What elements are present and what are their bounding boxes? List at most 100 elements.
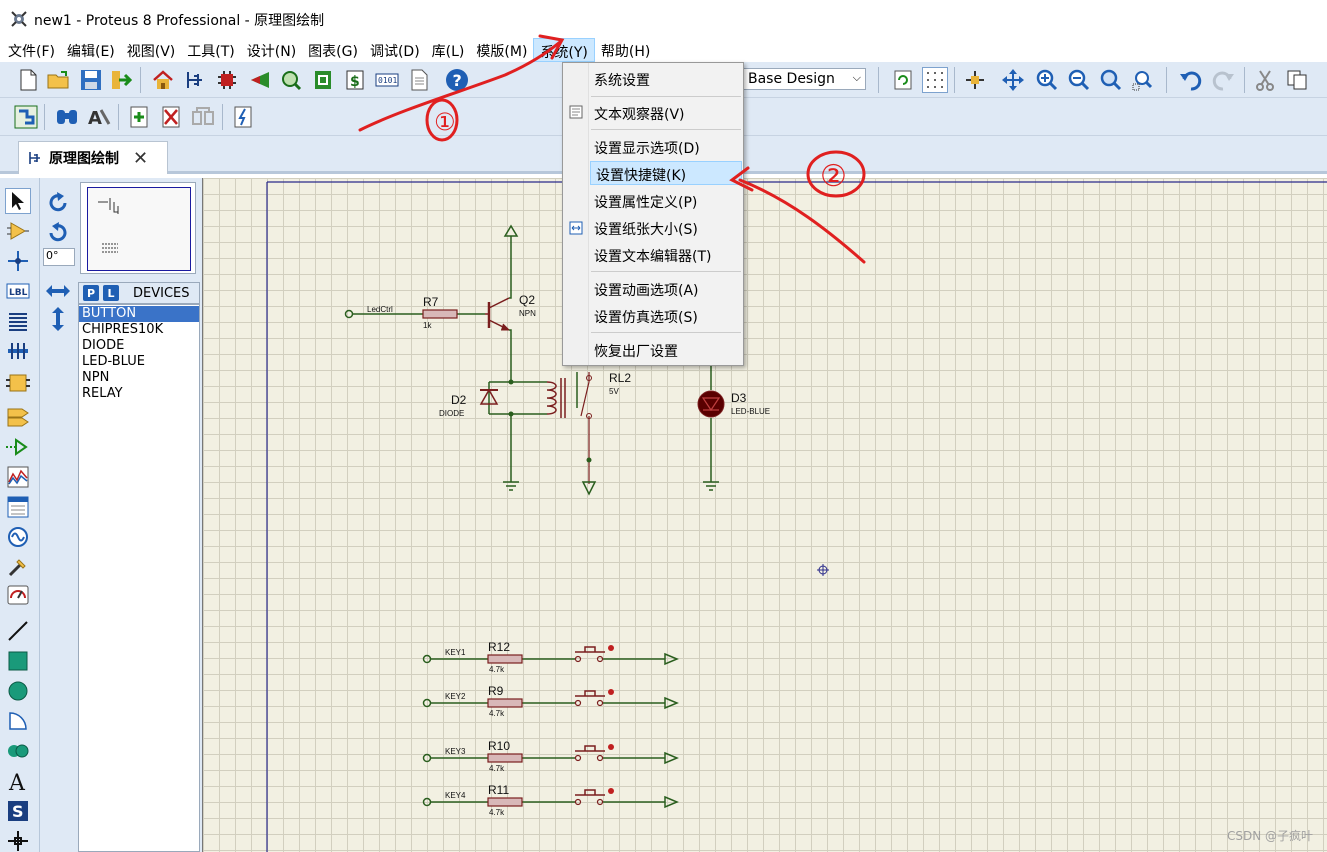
refresh-icon[interactable] <box>890 67 916 93</box>
pick-devices-button[interactable]: P <box>83 285 99 301</box>
tape-recorder-icon[interactable] <box>5 494 31 520</box>
voltage-probe-icon[interactable] <box>5 554 31 580</box>
menu-item-restore-defaults[interactable]: 恢复出厂设置 <box>589 338 743 362</box>
cut-icon[interactable] <box>1252 67 1278 93</box>
circle-icon[interactable] <box>5 678 31 704</box>
rotate-clockwise-icon[interactable] <box>44 190 72 216</box>
home-icon[interactable] <box>150 67 176 93</box>
menu-item-keyboard-mapping[interactable]: 设置快捷键(K) <box>590 161 742 185</box>
junction-dot-icon[interactable] <box>5 248 31 274</box>
device-item[interactable]: NPN <box>79 370 199 386</box>
box-icon[interactable] <box>5 648 31 674</box>
pan-icon[interactable] <box>1000 67 1026 93</box>
save-icon[interactable] <box>78 67 104 93</box>
menu-edit[interactable]: 编辑(E) <box>61 38 121 62</box>
menu-design[interactable]: 设计(N) <box>241 38 302 62</box>
close-icon[interactable]: ✕ <box>133 148 148 169</box>
menu-library[interactable]: 库(L) <box>426 38 471 62</box>
device-item[interactable]: LED-BLUE <box>79 354 199 370</box>
import-icon[interactable] <box>108 67 134 93</box>
d2-diode[interactable] <box>479 379 547 479</box>
menu-item-animation-options[interactable]: 设置动画选项(A) <box>589 277 743 301</box>
menu-debug[interactable]: 调试(D) <box>364 38 426 62</box>
generator-icon[interactable] <box>5 524 31 550</box>
key-row[interactable]: KEY2 R9 4.7k <box>422 684 679 718</box>
menu-item-text-viewer[interactable]: 文本观察器(V) <box>589 101 743 125</box>
menu-help[interactable]: 帮助(H) <box>595 38 656 62</box>
key-row[interactable]: KEY3 R10 4.7k <box>422 739 679 773</box>
source-code-icon[interactable]: 0101 <box>374 67 400 93</box>
marker-icon[interactable] <box>5 828 31 852</box>
electrical-rule-check-icon[interactable] <box>230 104 256 130</box>
library-manager-button[interactable]: L <box>103 285 119 301</box>
rotation-angle-field[interactable]: 0° <box>43 248 75 266</box>
menu-graph[interactable]: 图表(G) <box>302 38 364 62</box>
bill-of-materials-icon[interactable]: $ <box>342 67 368 93</box>
open-folder-icon[interactable] <box>46 67 72 93</box>
redo-icon[interactable] <box>1210 67 1236 93</box>
mirror-horizontal-icon[interactable] <box>44 278 72 304</box>
wire-label-icon[interactable]: LBL <box>5 278 31 304</box>
origin-icon[interactable] <box>962 67 988 93</box>
menu-item-text-editor[interactable]: 设置文本编辑器(T) <box>589 243 743 267</box>
tab-schematic[interactable]: 原理图绘制 ✕ <box>18 141 168 174</box>
menu-view[interactable]: 视图(V) <box>121 38 182 62</box>
schematic-canvas[interactable]: LedCtrl R7 1k Q2 NPN D2 DIODE RL2 5V D3 … <box>202 178 1327 852</box>
d3-led[interactable] <box>697 362 725 491</box>
schematic-capture-icon[interactable] <box>182 67 208 93</box>
layer-select[interactable]: Base Design ⌵ <box>742 68 866 90</box>
goto-sheet-icon[interactable] <box>190 104 216 130</box>
rotate-anticlockwise-icon[interactable] <box>44 220 72 246</box>
grid-toggle-icon[interactable] <box>922 67 948 93</box>
mirror-vertical-icon[interactable] <box>44 306 72 332</box>
menu-system[interactable]: 系统(Y) <box>533 38 595 62</box>
pcb-layout-icon[interactable] <box>214 67 240 93</box>
menu-item-sheet-size[interactable]: 设置纸张大小(S) <box>589 216 743 240</box>
menu-file[interactable]: 文件(F) <box>2 38 61 62</box>
component-mode-icon[interactable] <box>5 218 31 244</box>
path-icon[interactable] <box>5 738 31 764</box>
help-icon[interactable]: ? <box>444 67 470 93</box>
symbol-icon[interactable]: S <box>5 798 31 824</box>
menu-item-simulator-options[interactable]: 设置仿真选项(S) <box>589 304 743 328</box>
design-explorer-icon[interactable] <box>310 67 336 93</box>
zoom-all-icon[interactable] <box>1098 67 1124 93</box>
text-script-icon[interactable] <box>5 308 31 334</box>
graph-icon[interactable] <box>5 464 31 490</box>
search-component-icon[interactable] <box>54 104 80 130</box>
menu-item-display-options[interactable]: 设置显示选项(D) <box>589 135 743 159</box>
menu-tools[interactable]: 工具(T) <box>181 38 240 62</box>
device-item[interactable]: CHIPRES10K <box>79 322 199 338</box>
selection-mode-icon[interactable] <box>5 188 31 214</box>
key-row[interactable]: KEY4 R11 4.7k <box>422 783 679 817</box>
virtual-instrument-icon[interactable] <box>5 582 31 608</box>
copy-icon[interactable] <box>1284 67 1310 93</box>
device-item[interactable]: BUTTON <box>79 306 199 322</box>
bus-icon[interactable] <box>5 338 31 364</box>
menu-template[interactable]: 模版(M) <box>470 38 533 62</box>
line-icon[interactable] <box>5 618 31 644</box>
zoom-out-icon[interactable] <box>1066 67 1092 93</box>
3d-viewer-icon[interactable] <box>246 67 272 93</box>
undo-icon[interactable] <box>1178 67 1204 93</box>
terminal-icon[interactable] <box>5 404 31 430</box>
notes-icon[interactable] <box>406 67 432 93</box>
property-assign-icon[interactable]: A <box>86 104 112 130</box>
menu-item-property-definitions[interactable]: 设置属性定义(P) <box>589 189 743 213</box>
overview-window[interactable] <box>80 182 196 274</box>
device-item[interactable]: RELAY <box>79 386 199 402</box>
delete-sheet-icon[interactable] <box>158 104 184 130</box>
gerber-viewer-icon[interactable] <box>278 67 304 93</box>
arc-icon[interactable] <box>5 708 31 734</box>
zoom-area-icon[interactable] <box>1130 67 1156 93</box>
device-pin-icon[interactable] <box>5 434 31 460</box>
subcircuit-icon[interactable] <box>5 370 31 396</box>
device-item[interactable]: DIODE <box>79 338 199 354</box>
new-sheet-icon[interactable] <box>126 104 152 130</box>
zoom-in-icon[interactable] <box>1034 67 1060 93</box>
key-row[interactable]: KEY1 R12 4.7k <box>422 640 679 674</box>
rl2-relay[interactable] <box>546 372 597 496</box>
menu-item-system-settings[interactable]: 系统设置 <box>589 67 743 91</box>
q2-npn-transistor[interactable] <box>485 224 519 382</box>
new-file-icon[interactable] <box>15 67 41 93</box>
